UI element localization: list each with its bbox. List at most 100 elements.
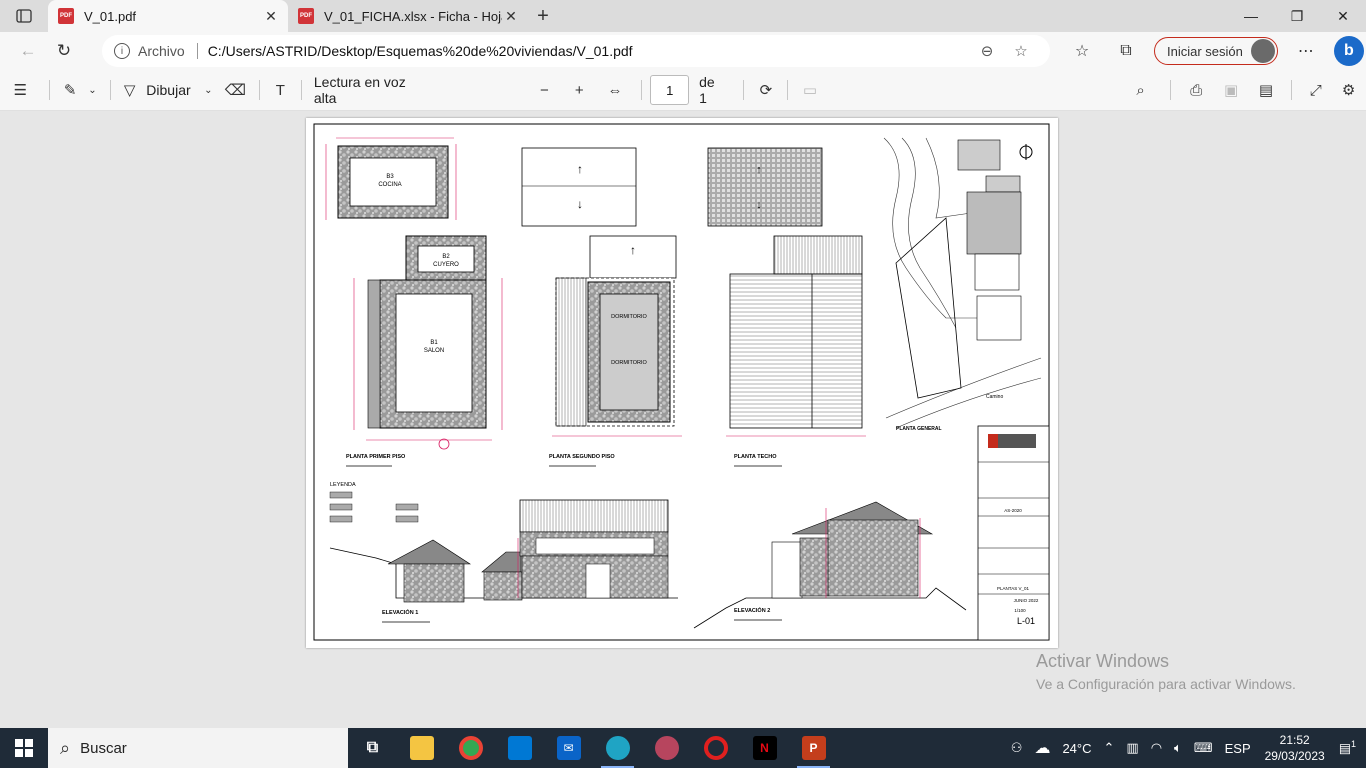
powerpoint-button[interactable]: P	[789, 728, 838, 768]
opera-button[interactable]	[691, 728, 740, 768]
people-icon[interactable]: ⚇	[1005, 740, 1029, 756]
arrow-down-icon: ↓	[577, 197, 583, 211]
address-bar-row: ← ↻ i Archivo C:/Users/ASTRID/Desktop/Es…	[0, 32, 1366, 70]
mail-button[interactable]: ✉	[544, 728, 593, 768]
refresh-button[interactable]: ↻	[46, 35, 82, 67]
close-tab-icon[interactable]: ✕	[262, 8, 280, 25]
file-explorer-button[interactable]	[397, 728, 446, 768]
more-icon[interactable]: ⋯	[1284, 35, 1328, 67]
weather-icon[interactable]: ☁	[1028, 738, 1056, 758]
two-page-icon[interactable]: ▭	[796, 75, 823, 105]
clock-time: 21:52	[1279, 733, 1310, 747]
chevron-up-icon[interactable]: ⌃	[1097, 740, 1120, 756]
close-tab-icon[interactable]: ✕	[502, 8, 520, 25]
search-icon: ⌕	[60, 737, 71, 758]
windows-logo-icon	[15, 739, 33, 757]
bing-icon[interactable]: b	[1333, 36, 1364, 66]
tab-actions-button[interactable]	[0, 0, 48, 32]
scheme-label: Archivo	[138, 43, 185, 59]
notifications-icon[interactable]: ▤1	[1333, 739, 1366, 756]
taskbar: ⌕ Buscar ⧉ ✉ N P ⚇ ☁ 24°C ⌃ ▥ ◠ 🔈︎ ⌨ ESP…	[0, 728, 1366, 768]
signin-button[interactable]: Iniciar sesión	[1154, 37, 1278, 65]
divider	[787, 80, 789, 100]
clock[interactable]: 21:52 29/03/2023	[1257, 732, 1333, 764]
draw-icon[interactable]: ▽	[119, 75, 140, 105]
tab-title: V_01_FICHA.xlsx - Ficha - Hoja 1	[324, 8, 502, 24]
arrow-up-icon: ↑	[756, 164, 762, 176]
eraser-icon[interactable]: ⌫	[220, 75, 251, 105]
watermark-subtitle: Ve a Configuración para activar Windows.	[1036, 676, 1296, 692]
start-button[interactable]	[0, 728, 48, 768]
language-indicator[interactable]: ESP	[1219, 741, 1257, 756]
contents-icon[interactable]: ☰	[0, 75, 41, 105]
taskbar-search[interactable]: ⌕ Buscar	[48, 728, 348, 768]
chrome-button[interactable]	[446, 728, 495, 768]
fullscreen-icon[interactable]: ⤢	[1300, 75, 1331, 105]
windows-activation-watermark: Activar Windows Ve a Configuración para …	[1036, 651, 1296, 692]
task-view-icon: ⧉	[366, 739, 379, 756]
pdf-icon: PDF	[58, 8, 74, 24]
tab-v01-pdf[interactable]: PDF V_01.pdf ✕	[48, 0, 288, 32]
chevron-down-icon[interactable]: ⌄	[197, 75, 220, 105]
volume-icon[interactable]: 🔈︎	[1168, 740, 1188, 756]
new-tab-button[interactable]: +	[528, 0, 558, 32]
search-icon[interactable]: ⌕	[1119, 75, 1162, 105]
fit-page-icon[interactable]: ⇔	[597, 75, 634, 105]
divider	[743, 80, 745, 100]
label-camino: Camino	[986, 394, 1003, 400]
minimize-button[interactable]: —	[1228, 0, 1274, 32]
app-icon	[654, 736, 679, 760]
watermark-title: Activar Windows	[1036, 651, 1170, 671]
store-button[interactable]	[495, 728, 544, 768]
chevron-down-icon[interactable]: ⌄	[83, 75, 102, 105]
settings-icon[interactable]: ⚙	[1331, 75, 1366, 105]
zoom-in-icon[interactable]: +	[562, 75, 597, 105]
zoom-out-icon[interactable]: ⊖	[970, 42, 1004, 60]
divider	[110, 80, 112, 100]
avatar	[1250, 39, 1275, 63]
label-b3: B3	[386, 174, 394, 180]
highlight-icon[interactable]: ✎	[58, 75, 83, 105]
label-b2: B2	[442, 254, 450, 260]
label-dormitorio-2: DORMITORIO	[611, 360, 647, 366]
keyboard-icon[interactable]: ⌨	[1188, 740, 1219, 756]
system-tray: ⚇ ☁ 24°C ⌃ ▥ ◠ 🔈︎ ⌨ ESP 21:52 29/03/2023…	[1005, 728, 1366, 768]
close-window-button[interactable]: ✕	[1320, 0, 1366, 32]
favorites-icon[interactable]: ☆	[1060, 35, 1104, 67]
clock-date: 29/03/2023	[1264, 749, 1325, 763]
collections-icon[interactable]: ⧉	[1104, 35, 1148, 67]
pdf-viewer[interactable]: B3 COCINA B2 CUYERO B1 SALON PLANTA PRIM…	[0, 111, 1366, 728]
arrow-down-icon: ↓	[756, 199, 762, 211]
page-number-input[interactable]: 1	[650, 75, 690, 105]
task-view-button[interactable]: ⧉	[348, 728, 397, 768]
address-bar[interactable]: i Archivo C:/Users/ASTRID/Desktop/Esquem…	[102, 35, 1050, 67]
edge-button[interactable]	[593, 728, 642, 768]
save-icon[interactable]: ▣	[1214, 75, 1249, 105]
site-plan: Camino PLANTA GENERAL	[883, 137, 1042, 432]
network-icon[interactable]: ▥	[1120, 740, 1144, 756]
wifi-icon[interactable]: ◠	[1145, 740, 1168, 756]
weather-temp[interactable]: 24°C	[1056, 741, 1097, 756]
restore-button[interactable]: ❐	[1274, 0, 1320, 32]
mail-icon: ✉	[556, 736, 581, 760]
divider	[1291, 80, 1293, 100]
label-plan3: PLANTA TECHO	[734, 454, 777, 460]
label-plan1: PLANTA PRIMER PISO	[346, 454, 406, 460]
draw-button[interactable]: Dibujar	[140, 75, 196, 105]
app-button[interactable]	[642, 728, 691, 768]
back-button[interactable]: ←	[10, 35, 46, 67]
divider	[1169, 80, 1171, 100]
netflix-button[interactable]: N	[740, 728, 789, 768]
edge-icon	[605, 736, 630, 760]
add-favorite-icon[interactable]: ☆	[1004, 42, 1038, 60]
url-text[interactable]: C:/Users/ASTRID/Desktop/Esquemas%20de%20…	[208, 43, 970, 59]
text-icon[interactable]: T	[268, 75, 293, 105]
print-icon[interactable]: ⎙	[1179, 75, 1214, 105]
tab-strip: PDF V_01.pdf ✕ PDF V_01_FICHA.xlsx - Fic…	[0, 0, 1366, 32]
save-as-icon[interactable]: ▤	[1249, 75, 1284, 105]
rotate-icon[interactable]: ⟳	[752, 75, 779, 105]
zoom-out-icon[interactable]: −	[527, 75, 562, 105]
tab-v01-ficha[interactable]: PDF V_01_FICHA.xlsx - Ficha - Hoja 1 ✕	[288, 0, 528, 32]
info-icon[interactable]: i	[114, 43, 130, 59]
read-aloud-button[interactable]: Lectura en voz alta	[310, 74, 432, 106]
